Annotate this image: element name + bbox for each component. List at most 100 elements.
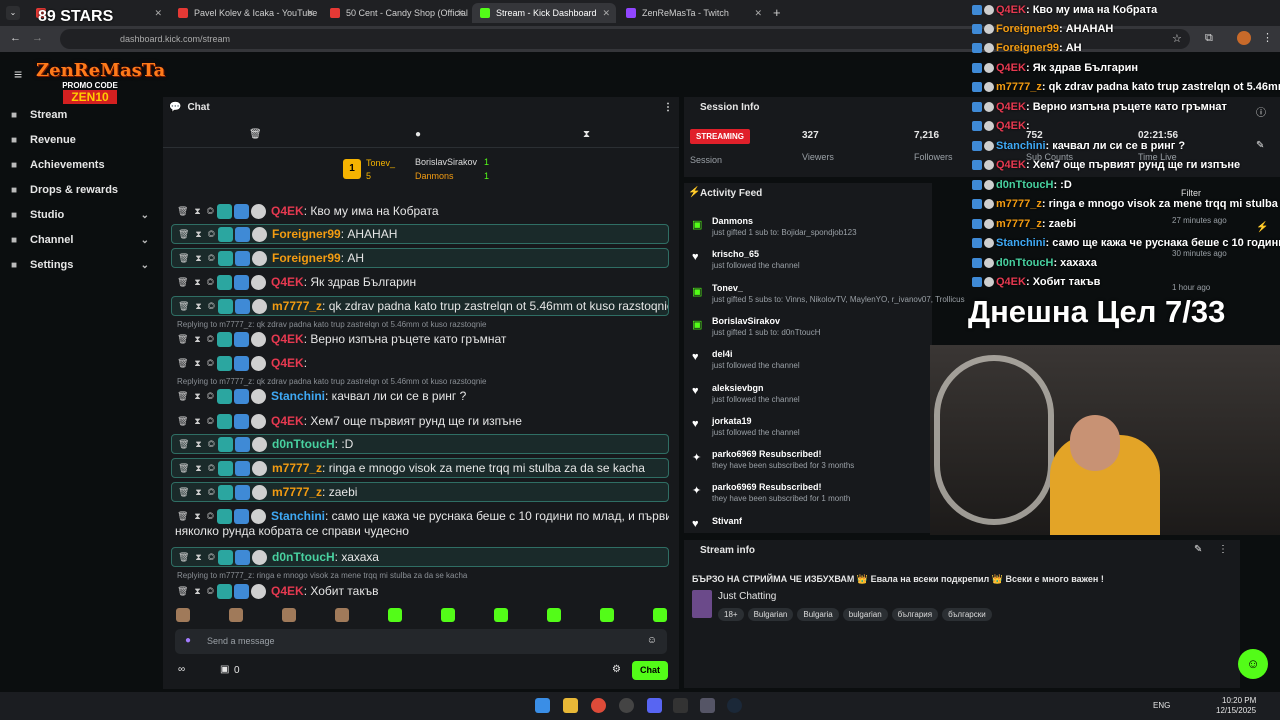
chat-username[interactable]: Q4EK	[271, 332, 304, 346]
nav-item-3[interactable]: ■ Drops & rewards	[8, 179, 153, 201]
browser-tab-4[interactable]: ZenReMasTa - Twitch ✕	[618, 3, 768, 23]
chevron-down-icon[interactable]: ⌄	[141, 260, 149, 271]
obs-icon[interactable]	[619, 698, 634, 713]
message-mod-tools-icon[interactable]: 🗑⧗◎	[177, 358, 217, 369]
chat-settings-icon[interactable]: ⚙	[612, 664, 621, 675]
chat-input[interactable]: ● Send a message ☺	[175, 629, 667, 654]
terminal-icon[interactable]	[673, 698, 688, 713]
activity-user[interactable]: parko6969 Resubscribed!	[712, 449, 927, 459]
steam-icon[interactable]	[727, 698, 742, 713]
emote-icon[interactable]	[441, 608, 455, 622]
file-explorer-icon[interactable]	[563, 698, 578, 713]
activity-user[interactable]: Danmons	[712, 216, 927, 226]
gift-icon[interactable]: ▣	[220, 664, 229, 675]
chat-message[interactable]: 🗑⧗◎ Foreigner99: АН	[171, 248, 669, 268]
stream-tag[interactable]: Bulgaria	[797, 608, 839, 621]
message-mod-tools-icon[interactable]: 🗑⧗◎	[177, 391, 217, 402]
message-mod-tools-icon[interactable]: 🗑⧗◎	[178, 463, 218, 474]
message-mod-tools-icon[interactable]: 🗑⧗◎	[177, 277, 217, 288]
hamburger-menu-icon[interactable]: ≡	[14, 66, 22, 82]
chat-username[interactable]: m7777_z	[272, 299, 322, 313]
chat-username[interactable]: Q4EK	[271, 275, 304, 289]
chat-message[interactable]: 🗑⧗◎ m7777_z: ringa e mnogo visok za mene …	[171, 458, 669, 478]
emote-icon[interactable]	[388, 608, 402, 622]
chat-username[interactable]: Foreigner99	[272, 227, 341, 241]
activity-user[interactable]: krischo_65	[712, 249, 927, 259]
chat-message[interactable]: 🗑⧗◎ m7777_z: qk zdrav padna kato trup zas…	[171, 296, 669, 316]
chevron-down-icon[interactable]: ⌄	[141, 235, 149, 246]
message-mod-tools-icon[interactable]: 🗑⧗◎	[178, 439, 218, 450]
emote-icon[interactable]	[653, 608, 667, 622]
right-bolt-icon[interactable]: ⚡	[1256, 222, 1268, 233]
emoji-icon[interactable]: ☺	[647, 635, 657, 646]
chat-message[interactable]: 🗑⧗◎ Stanchini: само ще кажа че руснака бе…	[171, 506, 669, 526]
emote-icon[interactable]	[494, 608, 508, 622]
back-icon[interactable]: ←	[10, 32, 21, 44]
chat-send-button[interactable]: Chat	[632, 661, 668, 680]
emote-icon[interactable]	[282, 608, 296, 622]
chrome-icon[interactable]	[591, 698, 606, 713]
support-chat-icon[interactable]: ☺	[1238, 649, 1268, 679]
chat-username[interactable]: Q4EK	[271, 204, 304, 218]
chat-username[interactable]: Q4EK	[271, 414, 304, 428]
start-icon[interactable]	[535, 698, 550, 713]
tab-close-icon[interactable]: ✕	[754, 8, 762, 19]
chat-username[interactable]: Q4EK	[271, 584, 304, 598]
activity-user[interactable]: BorislavSirakov	[712, 316, 927, 326]
emote-icon[interactable]	[335, 608, 349, 622]
message-mod-tools-icon[interactable]: 🗑⧗◎	[178, 301, 218, 312]
message-mod-tools-icon[interactable]: 🗑⧗◎	[177, 334, 217, 345]
chat-username[interactable]: Stanchini	[271, 509, 325, 523]
message-mod-tools-icon[interactable]: 🗑⧗◎	[177, 511, 217, 522]
chat-username[interactable]: d0nTtoucH	[272, 550, 335, 564]
emote-icon[interactable]	[229, 608, 243, 622]
app-icon[interactable]	[700, 698, 715, 713]
chat-message[interactable]: 🗑⧗◎ d0nTtoucH: хахаха	[171, 547, 669, 567]
chat-message[interactable]: 🗑⧗◎ d0nTtoucH: :D	[171, 434, 669, 454]
nav-item-2[interactable]: ■ Achievements	[8, 154, 153, 176]
stream-tag[interactable]: българия	[891, 608, 939, 621]
nav-item-1[interactable]: ■ Revenue	[8, 129, 153, 151]
message-mod-tools-icon[interactable]: 🗑⧗◎	[178, 487, 218, 498]
tab-close-icon[interactable]: ✕	[456, 8, 464, 19]
chat-username[interactable]: m7777_z	[272, 485, 322, 499]
browser-tab-1[interactable]: Pavel Kolev & Icaka - YouTube ✕	[170, 3, 320, 23]
chat-username[interactable]: Stanchini	[271, 389, 325, 403]
stream-info-menu-icon[interactable]: ⋮	[1218, 544, 1228, 555]
message-mod-tools-icon[interactable]: 🗑⧗◎	[177, 206, 217, 217]
chat-username[interactable]: Q4EK	[271, 356, 304, 370]
activity-user[interactable]: jorkata19	[712, 416, 927, 426]
emote-icon[interactable]	[600, 608, 614, 622]
new-tab-button[interactable]: +	[773, 5, 781, 20]
activity-user[interactable]: Tonev_	[712, 283, 927, 293]
nav-item-5[interactable]: ■ Channel ⌄	[8, 229, 153, 251]
stream-tag[interactable]: български	[942, 608, 992, 621]
chat-username[interactable]: Foreigner99	[272, 251, 341, 265]
right-info-icon[interactable]: ⓘ	[1256, 104, 1266, 119]
chat-username[interactable]: m7777_z	[272, 461, 322, 475]
chat-tab-messages-icon[interactable]: ●	[415, 129, 421, 140]
emote-icon[interactable]	[176, 608, 190, 622]
clock-date[interactable]: 12/15/2025	[1216, 706, 1256, 715]
chat-message[interactable]: 🗑⧗◎ Foreigner99: АНАНАН	[171, 224, 669, 244]
chat-message[interactable]: 🗑⧗◎ Q4EK: Хем7 още първият рунд ще ги изп…	[171, 411, 669, 431]
tab-close-icon[interactable]: ✕	[154, 8, 162, 19]
chat-message[interactable]: 🗑⧗◎ Q4EK: Кво му има на Кобрата	[171, 201, 669, 221]
chat-message[interactable]: 🗑⧗◎ Q4EK:	[171, 353, 669, 373]
browser-tab-2[interactable]: 50 Cent - Candy Shop (Official ✕	[322, 3, 470, 23]
stream-tag[interactable]: 18+	[718, 608, 744, 621]
chat-message[interactable]: 🗑⧗◎ m7777_z: zaebi	[171, 482, 669, 502]
forward-icon[interactable]: →	[32, 32, 43, 44]
right-edit-icon[interactable]: ✎	[1256, 140, 1264, 151]
message-mod-tools-icon[interactable]: 🗑⧗◎	[177, 586, 217, 597]
activity-user[interactable]: Stivanf	[712, 516, 927, 526]
chevron-down-icon[interactable]: ⌄	[141, 210, 149, 221]
browser-tab-3[interactable]: Stream - Kick Dashboard ✕	[472, 3, 616, 23]
tab-close-icon[interactable]: ✕	[602, 8, 610, 19]
chat-tab-timer-icon[interactable]: ⧗	[583, 129, 590, 140]
mic-icon[interactable]: ●	[185, 635, 191, 646]
activity-user[interactable]: aleksievbgn	[712, 383, 927, 393]
edit-stream-icon[interactable]: ✎	[1194, 544, 1202, 555]
nav-item-4[interactable]: ■ Studio ⌄	[8, 204, 153, 226]
clock-time[interactable]: 10:20 PM	[1222, 696, 1256, 705]
